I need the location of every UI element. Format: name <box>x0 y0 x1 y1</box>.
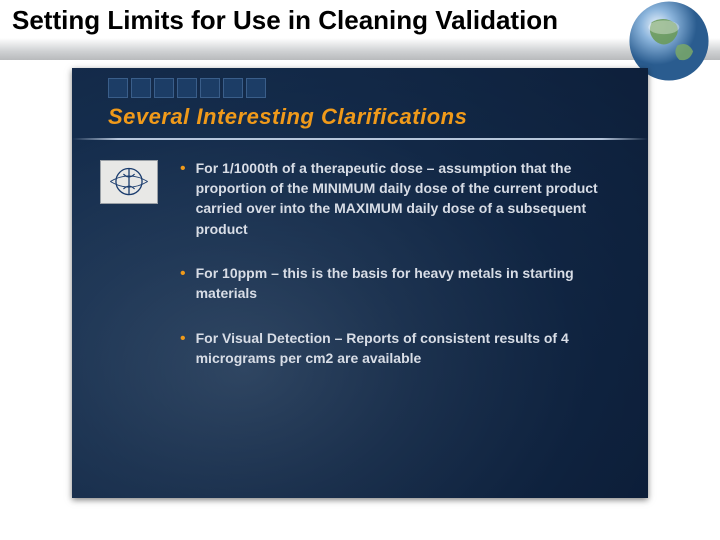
square-icon <box>177 78 197 98</box>
list-item: • For Visual Detection – Reports of cons… <box>180 328 618 369</box>
list-item: • For 10ppm – this is the basis for heav… <box>180 263 618 304</box>
outer-header: Setting Limits for Use in Cleaning Valid… <box>0 0 720 38</box>
bullet-text: For 10ppm – this is the basis for heavy … <box>196 263 618 304</box>
bullet-icon: • <box>180 263 186 304</box>
bullet-text: For Visual Detection – Reports of consis… <box>196 328 618 369</box>
square-icon <box>246 78 266 98</box>
inner-slide-heading: Several Interesting Clarifications <box>108 104 467 130</box>
square-icon <box>200 78 220 98</box>
embedded-slide: Several Interesting Clarifications • For… <box>72 68 648 498</box>
bullet-list: • For 1/1000th of a therapeutic dose – a… <box>180 158 618 392</box>
square-icon <box>223 78 243 98</box>
bullet-icon: • <box>180 328 186 369</box>
square-icon <box>154 78 174 98</box>
square-icon <box>131 78 151 98</box>
header-gradient-band <box>0 38 720 60</box>
decorative-squares-row <box>108 78 266 98</box>
list-item: • For 1/1000th of a therapeutic dose – a… <box>180 158 618 239</box>
divider-line <box>72 138 648 140</box>
who-logo-icon <box>100 160 158 204</box>
square-icon <box>108 78 128 98</box>
bullet-text: For 1/1000th of a therapeutic dose – ass… <box>196 158 618 239</box>
page-title: Setting Limits for Use in Cleaning Valid… <box>12 6 572 36</box>
bullet-icon: • <box>180 158 186 239</box>
